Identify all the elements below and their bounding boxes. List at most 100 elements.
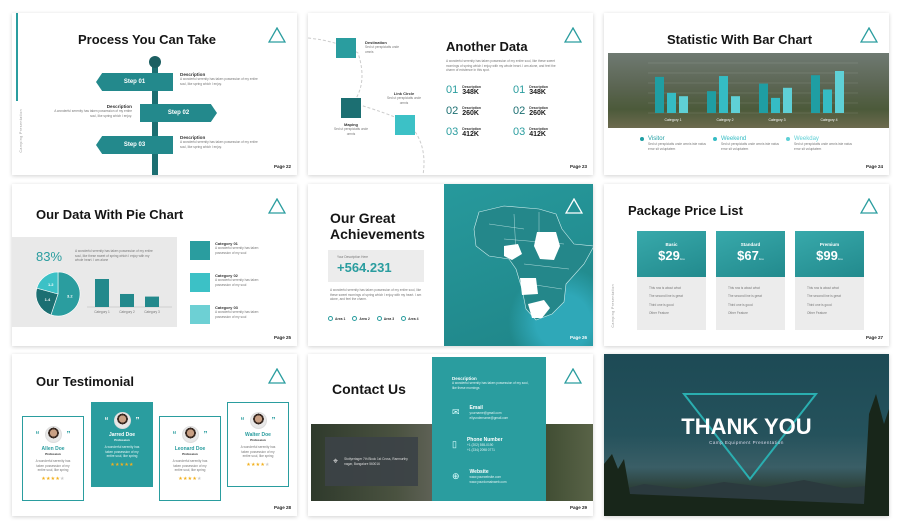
slide-price-list[interactable]: Camping Presentation Package Price List … <box>604 184 889 346</box>
mini-bar-chart: Category 1 Category 2 Category 3 <box>87 279 172 314</box>
area-label: Area 1 <box>335 316 346 321</box>
star-empty-icon: ★ <box>60 475 65 482</box>
slide-title-line1: Our Great <box>330 210 396 226</box>
slide-title-line2: Achievements <box>330 226 425 242</box>
pie-chart: 3.2 1.4 1.2 <box>35 271 81 317</box>
side-label: Camping Presentation <box>19 109 23 153</box>
triangle-logo-icon <box>564 27 582 43</box>
slide-process[interactable]: Camping Presentation Process You Can Tak… <box>12 13 297 175</box>
area-item: Area 1 <box>328 316 345 321</box>
pie-paragraph: A wonderful serenity has taken possessio… <box>75 249 153 263</box>
plan-price-row: $99/mo <box>795 247 864 265</box>
testimonial-card: “” Jarred Doe Profession A wonderful sereni… <box>91 402 153 487</box>
category-icon <box>190 273 210 292</box>
page-number: Page 27 <box>865 335 883 340</box>
triangle-logo-icon <box>565 198 583 214</box>
mini-bar-3 <box>145 296 159 307</box>
pie-label: 1.2 <box>48 282 54 287</box>
quote-open-icon: “ <box>35 430 40 439</box>
feature-item: Other Feature <box>649 311 669 316</box>
star-empty-icon: ★ <box>265 461 270 468</box>
slide-thank-you[interactable]: THANK YOU Camp Equipment Presentation <box>604 354 889 516</box>
contact-text: Email yourname@gmail.com ellyundername@gma… <box>470 405 509 420</box>
plan-price-row: $67/mo <box>716 247 785 265</box>
plan-unit: /mo <box>837 257 843 261</box>
feature-item: Third one is good <box>728 302 753 307</box>
stat-item: 02 Description 260K <box>513 105 548 117</box>
stat-number: 01 <box>513 84 526 96</box>
contact-line[interactable]: www.yourdomainweb.com <box>470 480 507 485</box>
area-label: Area 2 <box>359 316 370 321</box>
side-label: Camping Presentation <box>611 284 615 328</box>
mini-bar-2 <box>120 293 134 307</box>
card-head: “” <box>92 412 152 429</box>
triangle-logo-icon <box>268 27 286 43</box>
triangle-logo-icon <box>860 27 878 43</box>
legend-item: Weekend Sed ut perspiciatis unde omnis is… <box>713 136 781 151</box>
slide-pie-chart[interactable]: Our Data With Pie Chart 83% A wonderful … <box>12 184 297 346</box>
quote-close-icon: ” <box>271 416 276 425</box>
category-label: Category 1 <box>664 118 681 122</box>
category-icon <box>190 241 210 260</box>
bar-weekend-1 <box>667 92 676 113</box>
contact-panel: Description A wonderful serenity has tak… <box>432 357 546 501</box>
stat-body: Description 348K <box>462 85 481 96</box>
node-desc: Sed ut perspiciatis unde omnis <box>386 96 422 105</box>
category-item: Category 02 A wonderful serenity has take… <box>190 273 270 292</box>
avatar <box>44 426 62 443</box>
page-number: Page 29 <box>569 505 587 510</box>
plan-unit: /mo <box>758 257 764 261</box>
contact-item: ⊕ Website www.yourwebsite.com www.yourdomai… <box>452 469 507 484</box>
stat-number: 03 <box>513 126 526 138</box>
slide-contact[interactable]: Contact Us ⌖ Stotlyertager 7th Block 1st… <box>308 354 593 516</box>
slide-achievements[interactable]: Our Great Achievements Your Description … <box>308 184 593 346</box>
contact-line[interactable]: www.yourwebsite.com <box>470 475 507 480</box>
contact-line[interactable]: +1 (234) 2098 0771 <box>467 448 503 453</box>
triangle-logo-icon <box>268 368 286 384</box>
page-number: Page 23 <box>569 164 587 169</box>
feature-item: The second line is great <box>728 294 762 299</box>
slide-title: Process You Can Take <box>78 32 217 47</box>
plan-features: This row is about what The second line is… <box>716 277 785 330</box>
slide-title: Statistic With Bar Chart <box>667 32 813 47</box>
thank-you-subtitle: Camp Equipment Presentation <box>709 440 784 445</box>
contact-line[interactable]: ellyundername@gmail.com <box>470 416 509 421</box>
area-circle-icon <box>328 316 333 321</box>
area-item: Area 4 <box>401 316 419 321</box>
area-label: Area 3 <box>383 316 395 321</box>
slide-bar-chart[interactable]: Statistic With Bar Chart Category 1 Categ… <box>604 13 889 175</box>
bar-visitor-4 <box>811 75 820 113</box>
star-rating: ★★★★★ <box>228 462 288 468</box>
map-panel: Page 26 <box>444 184 593 346</box>
avatar <box>181 426 199 443</box>
plan-price-row: $29/mo <box>637 247 706 265</box>
feature-item: The second line is great <box>807 294 841 299</box>
category-text: Category 02 A wonderful serenity has take… <box>215 273 270 292</box>
destination-icon <box>336 38 356 58</box>
quote-open-icon: “ <box>104 416 109 425</box>
stat-value: 348K <box>529 88 546 96</box>
stat-item: 01 Description 348K <box>513 84 548 96</box>
slide-testimonial[interactable]: Our Testimonial “” Allen Doe Profession A w… <box>12 354 297 516</box>
node-maping: Maping Sed ut perspiciatis unde omnis <box>332 122 370 136</box>
feature-item: Other Feature <box>807 311 827 316</box>
location-pin-icon: ⌖ <box>333 456 339 466</box>
intro-paragraph: A wonderful serenity has taken possessio… <box>446 59 556 73</box>
node-desc: Sed ut perspiciatis unde omnis <box>333 127 369 136</box>
bar-visitor-2 <box>707 91 716 113</box>
step-03-sign: Step 03 <box>96 136 173 154</box>
quote-close-icon: ” <box>66 430 71 439</box>
feature-item: Third one is good <box>807 302 832 307</box>
star-empty-icon: ★ <box>197 475 202 482</box>
category-text: Category 01 A wonderful serenity has take… <box>215 241 270 260</box>
plan-features: This row is about what The second line is… <box>795 277 864 330</box>
plan-unit: /mo <box>679 257 685 261</box>
slide-another-data[interactable]: Destination Sed ut perspiciatis unde omni… <box>308 13 593 175</box>
star-rating: ★★★★★ <box>92 462 152 468</box>
signpost-top <box>149 56 161 68</box>
maping-icon <box>341 98 361 118</box>
testimonial-card: “” Allen Doe Profession A wonderful serenit… <box>22 416 84 501</box>
triangle-logo-icon <box>268 198 286 214</box>
legend-dot-icon <box>640 137 644 141</box>
plan-basic-header: Basic $29/mo <box>637 231 706 277</box>
